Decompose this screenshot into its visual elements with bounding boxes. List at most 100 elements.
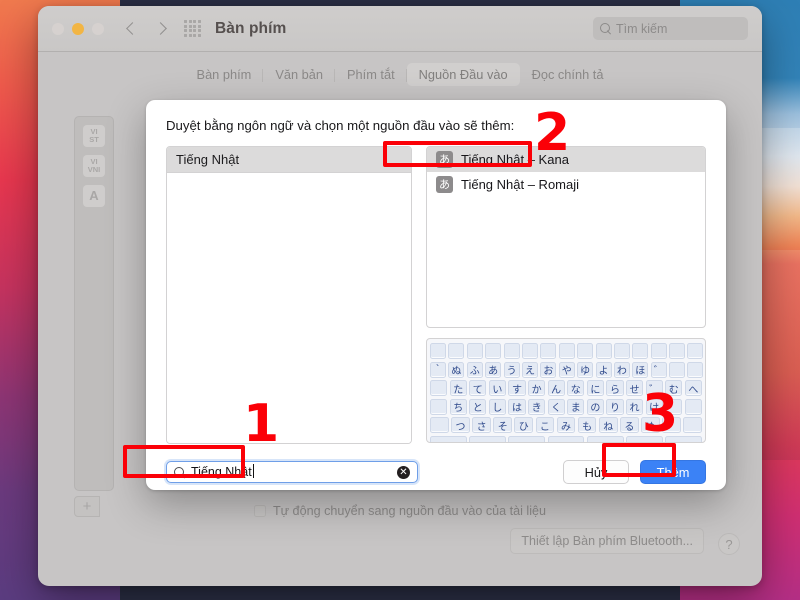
keyboard-key-blank <box>503 343 520 359</box>
keyboard-key-blank <box>669 361 686 378</box>
keyboard-key-blank <box>430 380 448 397</box>
keyboard-row: ちとしはきくまのりれけ <box>430 398 702 415</box>
grid-apps-icon[interactable] <box>184 20 201 37</box>
sheet-columns: Tiếng Nhật あ Tiếng Nhật – Kana あ Tiếng N… <box>166 146 706 444</box>
keyboard-key-blank <box>547 435 585 442</box>
keyboard-key: て <box>469 380 487 397</box>
language-column-body[interactable] <box>167 173 411 443</box>
auto-switch-label: Tự động chuyển sang nguồn đầu vào của tà… <box>272 504 547 518</box>
keyboard-key: ん <box>547 380 565 397</box>
keyboard-key: ゛ <box>650 361 667 378</box>
keyboard-key: と <box>469 398 487 415</box>
keyboard-row <box>430 435 703 442</box>
keyboard-key: や <box>558 361 575 378</box>
input-source-vi-st[interactable]: VI ST <box>83 125 105 147</box>
keyboard-key-blank <box>448 343 465 359</box>
chevron-right-icon[interactable] <box>154 23 166 35</box>
keyboard-key: い <box>488 380 506 397</box>
input-source-abc[interactable]: A <box>83 185 105 207</box>
keyboard-key: あ <box>485 361 502 378</box>
keyboard-key-blank <box>662 417 681 434</box>
sheet-buttons: Hủy Thêm <box>563 460 706 484</box>
keyboard-key: そ <box>493 417 513 434</box>
keyboard-key: ち <box>449 398 467 415</box>
keyboard-key-blank <box>521 343 538 359</box>
keyboard-preview: ` ぬふあうえおやゆよわほ゛ たていすかんなにらせ゛むへ ちとしはきくまのりれけ … <box>426 338 706 443</box>
system-preferences-window: Bàn phím Tìm kiếm Bàn phím Văn bản Phím … <box>38 6 762 586</box>
cancel-button[interactable]: Hủy <box>563 460 629 484</box>
input-source-line2: ST <box>89 135 99 144</box>
keyboard-key: は <box>508 398 526 415</box>
add-button[interactable]: Thêm <box>640 460 706 484</box>
toolbar-search-field[interactable]: Tìm kiếm <box>593 17 748 40</box>
keyboard-key-blank <box>558 343 575 359</box>
keyboard-key: ね <box>598 417 618 434</box>
tab-ban-phim[interactable]: Bàn phím <box>185 63 264 86</box>
tab-van-ban[interactable]: Văn bản <box>263 63 335 86</box>
input-source-list[interactable]: VI ST VI VNI A <box>74 116 114 491</box>
keyboard-key: り <box>606 398 624 415</box>
keyboard-key: る <box>619 417 639 434</box>
keyboard-key: け <box>645 398 663 415</box>
source-row-label: Tiếng Nhật – Kana <box>461 152 569 167</box>
bluetooth-keyboard-setup-button[interactable]: Thiết lập Bàn phím Bluetooth... <box>510 528 704 554</box>
keyboard-key: さ <box>472 417 491 434</box>
source-row-romaji[interactable]: あ Tiếng Nhật – Romaji <box>427 172 705 197</box>
keyboard-key: き <box>527 398 546 415</box>
add-input-source-sheet: Duyệt bằng ngôn ngữ và chọn một nguồn đầ… <box>146 100 726 490</box>
keyboard-row <box>430 343 704 359</box>
source-column[interactable]: あ Tiếng Nhật – Kana あ Tiếng Nhật – Romaj… <box>426 146 706 328</box>
keyboard-row: つさそひこみもねるめ <box>430 417 703 434</box>
keyboard-key-blank <box>687 343 704 359</box>
desktop: Bàn phím Tìm kiếm Bàn phím Văn bản Phím … <box>0 0 800 600</box>
keyboard-key: ` <box>430 361 446 378</box>
close-button[interactable] <box>52 22 64 35</box>
tab-phim-tat[interactable]: Phím tắt <box>335 63 407 86</box>
sheet-search-field[interactable]: Tiếng Nhật ✕ <box>166 461 418 483</box>
traffic-lights <box>52 22 104 35</box>
keyboard-key: す <box>508 380 526 397</box>
keyboard-key: う <box>503 361 520 378</box>
keyboard-key: せ <box>625 380 644 397</box>
keyboard-key-blank <box>508 435 546 442</box>
keyboard-key: く <box>547 398 565 415</box>
keyboard-key-blank <box>650 343 667 359</box>
keyboard-key: な <box>567 380 585 397</box>
search-icon <box>600 23 611 34</box>
chevron-left-icon[interactable] <box>126 23 138 35</box>
zoom-button[interactable] <box>92 22 104 35</box>
keyboard-key-blank <box>485 343 502 359</box>
keyboard-key: ひ <box>514 417 534 434</box>
keyboard-key: れ <box>625 398 644 415</box>
tab-nguon-dau-vao[interactable]: Nguồn Đầu vào <box>406 62 520 86</box>
keyboard-key: こ <box>535 417 555 434</box>
keyboard-key: め <box>641 417 660 434</box>
language-column[interactable]: Tiếng Nhật <box>166 146 412 444</box>
keyboard-key-blank <box>665 398 683 415</box>
keyboard-key-blank <box>665 435 703 442</box>
language-column-header: Tiếng Nhật <box>167 147 411 173</box>
keyboard-key-blank <box>687 361 704 378</box>
keyboard-key: わ <box>613 361 630 378</box>
keyboard-key: た <box>449 380 467 397</box>
keyboard-row: ` ぬふあうえおやゆよわほ゛ <box>430 361 704 378</box>
keyboard-key: に <box>586 380 604 397</box>
navigation-arrows <box>126 23 166 35</box>
keyboard-key-blank <box>683 417 703 434</box>
search-icon <box>174 466 185 478</box>
help-button[interactable]: ? <box>718 533 740 555</box>
source-row-kana[interactable]: あ Tiếng Nhật – Kana <box>427 147 705 172</box>
keyboard-key: の <box>586 398 604 415</box>
minimize-button[interactable] <box>72 22 84 35</box>
auto-switch-checkbox[interactable] <box>253 505 266 517</box>
keyboard-key: つ <box>451 417 470 434</box>
sheet-footer: Tiếng Nhật ✕ Hủy Thêm <box>166 460 706 484</box>
keyboard-key: お <box>540 361 557 378</box>
toolbar-search-placeholder: Tìm kiếm <box>616 21 668 36</box>
keyboard-key: ら <box>606 380 624 397</box>
clear-search-icon[interactable]: ✕ <box>397 465 410 479</box>
keyboard-key-blank <box>684 398 702 415</box>
input-source-vi-vni[interactable]: VI VNI <box>83 155 105 177</box>
tab-doc-chinh-ta[interactable]: Đọc chính tả <box>520 63 616 86</box>
keyboard-key-blank <box>430 417 449 434</box>
